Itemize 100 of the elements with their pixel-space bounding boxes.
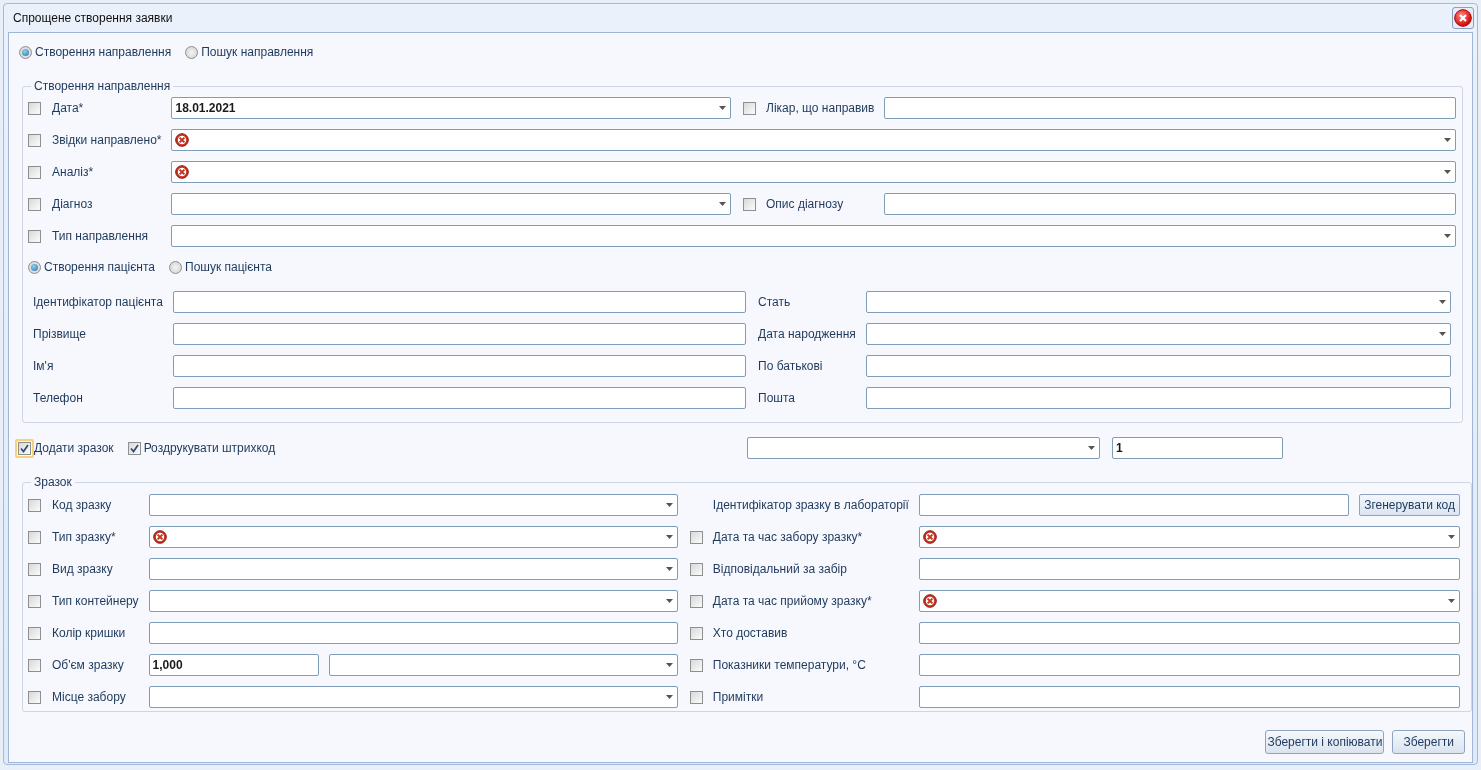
radio-option[interactable]: Створення направлення: [19, 45, 172, 59]
text-field[interactable]: [918, 494, 1350, 516]
caret-icon[interactable]: [665, 695, 673, 699]
checkbox-label: Роздрукувати штрихкод: [143, 441, 276, 455]
text-field[interactable]: [172, 291, 747, 313]
field-label: Звідки направлено*: [52, 133, 163, 147]
error-icon: [922, 530, 937, 544]
checkbox[interactable]: [28, 690, 41, 704]
caret-icon[interactable]: [1444, 234, 1451, 238]
checkbox[interactable]: [689, 658, 703, 672]
text-field[interactable]: [918, 558, 1460, 580]
checkbox[interactable]: [28, 626, 41, 640]
radio-option[interactable]: Пошук направлення: [185, 45, 314, 59]
field-label: Лікар, що направив: [766, 101, 876, 115]
field-label: Дата народження: [758, 327, 857, 341]
field-label: Ідентифікатор пацієнта: [33, 295, 164, 309]
text-field[interactable]: [148, 622, 678, 644]
radio-option[interactable]: Створення пацієнта: [28, 260, 155, 274]
field-label: Тип контейнеру: [52, 594, 140, 608]
field-label: Телефон: [33, 391, 84, 405]
checkbox[interactable]: [127, 441, 141, 455]
text-field[interactable]: [918, 654, 1460, 676]
caret-icon[interactable]: [665, 535, 673, 539]
caret-icon[interactable]: [1088, 446, 1095, 450]
caret-icon[interactable]: [1439, 300, 1446, 304]
text-field[interactable]: [918, 622, 1460, 644]
checkbox[interactable]: [28, 562, 41, 576]
text-field[interactable]: [172, 387, 747, 409]
text-field[interactable]: 1,000: [148, 654, 319, 676]
checkbox[interactable]: [28, 133, 41, 147]
checkbox[interactable]: [28, 101, 41, 115]
action-button[interactable]: Згенерувати код: [1359, 494, 1460, 516]
caret-icon[interactable]: [665, 503, 673, 507]
close-button[interactable]: [1452, 7, 1474, 29]
group-title: Створення направлення: [31, 79, 174, 93]
field-label: Примітки: [712, 690, 765, 704]
caret-icon[interactable]: [1448, 535, 1455, 539]
checkbox[interactable]: [689, 562, 703, 576]
checkbox[interactable]: [743, 101, 757, 115]
window-title: Спрощене створення заявки: [13, 11, 174, 25]
radio-icon[interactable]: [185, 45, 199, 59]
caret-icon[interactable]: [719, 106, 727, 110]
checkbox[interactable]: [743, 197, 757, 211]
field-label: Стать: [758, 295, 792, 309]
checkbox-label: Додати зразок: [34, 441, 114, 455]
field-label: Тип зразку*: [52, 530, 117, 544]
checkbox[interactable]: [28, 197, 41, 211]
field-label: Відповідальний за забір: [712, 562, 848, 576]
radio-option[interactable]: Пошук пацієнта: [169, 260, 273, 274]
text-field[interactable]: [865, 387, 1451, 409]
checkbox[interactable]: [28, 229, 41, 243]
field-label: Дата та час прийому зразку*: [712, 594, 873, 608]
field-label: Опис діагнозу: [766, 197, 845, 211]
field-label: Аналіз*: [52, 165, 95, 179]
field-label: Показники температури, °C: [712, 658, 867, 672]
error-icon: [175, 133, 190, 147]
text-field[interactable]: [884, 97, 1456, 119]
combo-box[interactable]: 18.01.2021: [171, 97, 732, 119]
field-label: Тип направлення: [52, 229, 149, 243]
checkbox[interactable]: [28, 530, 41, 544]
field-label: Хто доставив: [712, 626, 789, 640]
radio-icon[interactable]: [28, 260, 41, 274]
field-label: Ідентифікатор зразку в лабораторії: [712, 498, 910, 512]
checkbox[interactable]: [689, 626, 703, 640]
error-icon: [152, 530, 167, 544]
field-label: Об'єм зразку: [52, 658, 125, 672]
caret-icon[interactable]: [1448, 599, 1455, 603]
checkbox[interactable]: [28, 594, 41, 608]
caret-icon[interactable]: [665, 663, 673, 667]
checkbox[interactable]: [689, 594, 703, 608]
field-label: Місце забору: [52, 690, 127, 704]
checkbox[interactable]: [689, 690, 703, 704]
caret-icon[interactable]: [665, 567, 673, 571]
field-label: Прізвище: [33, 327, 87, 341]
caret-icon[interactable]: [1439, 332, 1446, 336]
field-label: Код зразку: [52, 498, 113, 512]
radio-icon[interactable]: [169, 260, 182, 274]
checkbox[interactable]: [28, 658, 41, 672]
field-label: По батькові: [758, 359, 824, 373]
save-button[interactable]: Зберегти: [1392, 730, 1465, 754]
caret-icon[interactable]: [1444, 170, 1451, 174]
checkbox[interactable]: [28, 165, 41, 179]
field-label: Дата та час забору зразку*: [712, 530, 864, 544]
text-field[interactable]: 1: [1112, 437, 1283, 459]
caret-icon[interactable]: [719, 202, 727, 206]
checkbox[interactable]: [28, 498, 41, 512]
save-copy-button[interactable]: Зберегти і копіювати: [1265, 730, 1385, 754]
caret-icon[interactable]: [1444, 138, 1451, 142]
radio-icon[interactable]: [19, 45, 32, 59]
text-field[interactable]: [884, 193, 1456, 215]
field-label: Колір кришки: [52, 626, 127, 640]
text-field[interactable]: [172, 355, 747, 377]
text-field[interactable]: [865, 355, 1451, 377]
text-field[interactable]: [172, 323, 747, 345]
field-label: Дата*: [52, 101, 85, 115]
checkbox[interactable]: [689, 530, 703, 544]
caret-icon[interactable]: [665, 599, 673, 603]
field-label: Вид зразку: [52, 562, 114, 576]
text-field[interactable]: [918, 686, 1460, 708]
field-label: Діагноз: [52, 197, 94, 211]
